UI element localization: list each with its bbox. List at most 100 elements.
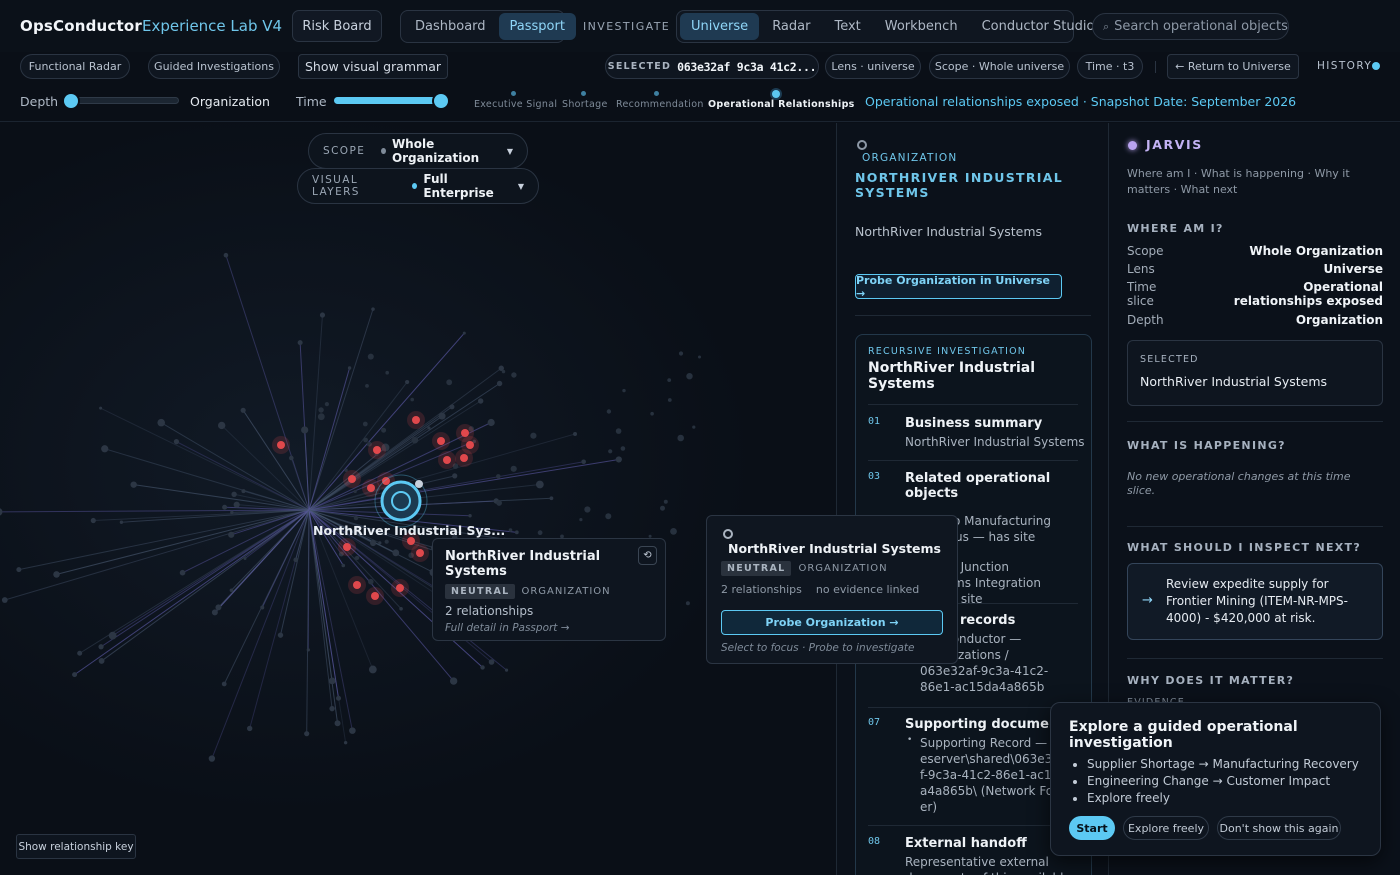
- refresh-icon[interactable]: ⟲: [638, 546, 657, 565]
- risk-node[interactable]: [407, 537, 415, 545]
- risk-node[interactable]: [461, 429, 469, 437]
- graph-node[interactable]: [511, 372, 517, 378]
- history-label[interactable]: HISTORY: [1317, 60, 1372, 72]
- graph-node[interactable]: [446, 379, 453, 386]
- explore-freely-button[interactable]: Explore freely: [1123, 816, 1209, 840]
- graph-node[interactable]: [411, 436, 419, 444]
- graph-node[interactable]: [301, 426, 309, 434]
- graph-node[interactable]: [98, 644, 104, 650]
- graph-node[interactable]: [0, 508, 3, 516]
- graph-node[interactable]: [581, 459, 586, 465]
- graph-canvas[interactable]: [0, 123, 836, 875]
- graph-node[interactable]: [368, 665, 377, 674]
- graph-node[interactable]: [686, 373, 693, 380]
- graph-node[interactable]: [677, 434, 684, 442]
- risk-node[interactable]: [443, 456, 451, 464]
- time-chip[interactable]: Time · t3: [1077, 54, 1143, 79]
- node-popover[interactable]: NorthRiver Industrial Systems NEUTRAL OR…: [706, 515, 958, 664]
- risk-node[interactable]: [343, 543, 351, 551]
- graph-node[interactable]: [488, 659, 495, 665]
- graph-node[interactable]: [277, 632, 284, 638]
- graph-node[interactable]: [381, 427, 387, 433]
- selected-chip[interactable]: SELECTED 063e32af 9c3a 41c2...: [605, 54, 819, 79]
- timeline-stop-shortage[interactable]: Shortage: [562, 99, 608, 110]
- risk-node[interactable]: [416, 549, 424, 557]
- graph-node[interactable]: [667, 398, 672, 402]
- functional-radar-button[interactable]: Functional Radar: [20, 54, 130, 79]
- graph-node[interactable]: [304, 731, 310, 737]
- graph-node[interactable]: [353, 489, 357, 494]
- graph-node[interactable]: [370, 539, 377, 547]
- graph-node[interactable]: [535, 480, 544, 489]
- graph-node[interactable]: [334, 720, 341, 727]
- graph-node[interactable]: [462, 331, 466, 335]
- graph-node[interactable]: [371, 307, 375, 311]
- graph-node[interactable]: [427, 426, 431, 430]
- guide-option[interactable]: Supplier Shortage → Manufacturing Recove…: [1087, 756, 1377, 773]
- graph-node[interactable]: [514, 530, 519, 535]
- risk-node[interactable]: [371, 592, 379, 600]
- graph-node[interactable]: [620, 446, 626, 451]
- return-to-universe-button[interactable]: ← Return to Universe: [1167, 54, 1299, 79]
- graph-node[interactable]: [233, 501, 240, 508]
- graph-node[interactable]: [660, 505, 665, 511]
- graph-node[interactable]: [353, 515, 359, 521]
- graph-node[interactable]: [384, 539, 389, 544]
- graph-node[interactable]: [405, 379, 410, 385]
- graph-node[interactable]: [217, 421, 226, 430]
- graph-node[interactable]: [438, 412, 446, 420]
- graph-node[interactable]: [355, 555, 360, 560]
- graph-node[interactable]: [260, 605, 265, 610]
- graph-node[interactable]: [297, 340, 303, 346]
- graph-node[interactable]: [537, 530, 543, 536]
- graph-node[interactable]: [477, 398, 484, 404]
- graph-node[interactable]: [496, 380, 503, 387]
- graph-node[interactable]: [98, 658, 105, 664]
- graph-node[interactable]: [468, 514, 472, 518]
- graph-node[interactable]: [392, 549, 400, 557]
- search-input[interactable]: ⌕ Search operational objects: [1092, 13, 1289, 40]
- graph-node[interactable]: [336, 695, 342, 701]
- graph-node[interactable]: [508, 528, 513, 532]
- timeline-stop-recommendation[interactable]: Recommendation: [616, 99, 704, 110]
- graph-node[interactable]: [208, 755, 216, 762]
- graph-node[interactable]: [119, 520, 124, 524]
- graph-node[interactable]: [229, 588, 234, 593]
- graph-node[interactable]: [173, 439, 180, 445]
- guide-option[interactable]: Engineering Change → Customer Impact: [1087, 773, 1377, 790]
- graph-node[interactable]: [650, 411, 654, 416]
- graph-node[interactable]: [615, 428, 622, 434]
- graph-node[interactable]: [510, 465, 517, 472]
- graph-node[interactable]: [663, 499, 668, 504]
- graph-node[interactable]: [240, 407, 246, 413]
- graph-node[interactable]: [399, 606, 403, 611]
- risk-node[interactable]: [353, 581, 361, 589]
- graph-node[interactable]: [77, 650, 83, 656]
- risk-node[interactable]: [412, 416, 420, 424]
- time-slider-thumb[interactable]: [434, 94, 448, 108]
- tab-universe[interactable]: Universe: [680, 13, 760, 40]
- graph-node[interactable]: [368, 578, 374, 585]
- tab-conductor-studio[interactable]: Conductor Studio: [971, 13, 1106, 40]
- scope-chip[interactable]: Scope · Whole universe: [929, 54, 1070, 79]
- tab-passport[interactable]: Passport: [498, 13, 576, 40]
- graph-node[interactable]: [449, 404, 455, 410]
- visual-layers-dropdown[interactable]: VISUAL LAYERS Full Enterprise ▼: [297, 168, 539, 204]
- graph-node[interactable]: [480, 665, 485, 670]
- graph-node[interactable]: [605, 513, 612, 520]
- graph-node[interactable]: [230, 510, 234, 515]
- graph-node[interactable]: [1, 597, 8, 603]
- graph-node[interactable]: [496, 474, 501, 479]
- guide-option[interactable]: Explore freely: [1087, 790, 1377, 807]
- timeline-stop-executive-signal[interactable]: Executive Signal: [474, 99, 557, 110]
- graph-node[interactable]: [329, 705, 335, 712]
- graph-node[interactable]: [223, 252, 229, 258]
- investigation-step[interactable]: 01 Business summary NorthRiver Industria…: [868, 416, 1090, 456]
- graph-node[interactable]: [222, 504, 228, 510]
- dont-show-again-button[interactable]: Don't show this again: [1217, 816, 1341, 840]
- time-slider[interactable]: [334, 97, 448, 104]
- start-button[interactable]: Start: [1069, 816, 1115, 840]
- show-visual-grammar-button[interactable]: Show visual grammar: [298, 54, 448, 79]
- risk-node[interactable]: [460, 454, 468, 462]
- probe-organization-button[interactable]: Probe Organization →: [721, 610, 943, 635]
